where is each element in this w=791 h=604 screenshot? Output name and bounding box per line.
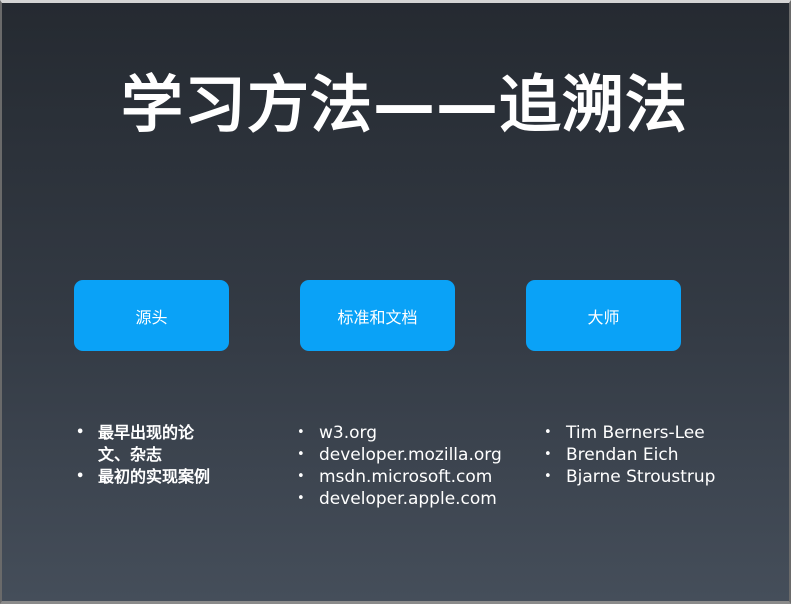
box-source-label: 源头: [135, 307, 168, 327]
box-masters: 大师: [526, 280, 681, 351]
list-item: w3.org: [295, 422, 535, 444]
masters-list: Tim Berners-Lee Brendan Eich Bjarne Stro…: [542, 422, 782, 488]
box-standards-docs-label: 标准和文档: [337, 307, 418, 327]
box-standards-docs: 标准和文档: [300, 280, 455, 351]
source-list: 最早出现的论文、杂志 最初的实现案例: [74, 422, 224, 488]
box-masters-label: 大师: [587, 307, 620, 327]
list-item: developer.apple.com: [295, 488, 535, 510]
standards-docs-list: w3.org developer.mozilla.org msdn.micros…: [295, 422, 535, 510]
list-item: Bjarne Stroustrup: [542, 466, 782, 488]
slide-title: 学习方法——追溯法: [120, 68, 688, 141]
list-item: Brendan Eich: [542, 444, 782, 466]
list-item: 最早出现的论文、杂志: [74, 422, 224, 466]
list-item: 最初的实现案例: [74, 466, 224, 488]
box-source: 源头: [74, 280, 229, 351]
list-item: msdn.microsoft.com: [295, 466, 535, 488]
list-item: Tim Berners-Lee: [542, 422, 782, 444]
slide: 学习方法——追溯法 源头 标准和文档 大师 最早出现的论文、杂志 最初的实现案例…: [0, 0, 791, 604]
list-item: developer.mozilla.org: [295, 444, 535, 466]
